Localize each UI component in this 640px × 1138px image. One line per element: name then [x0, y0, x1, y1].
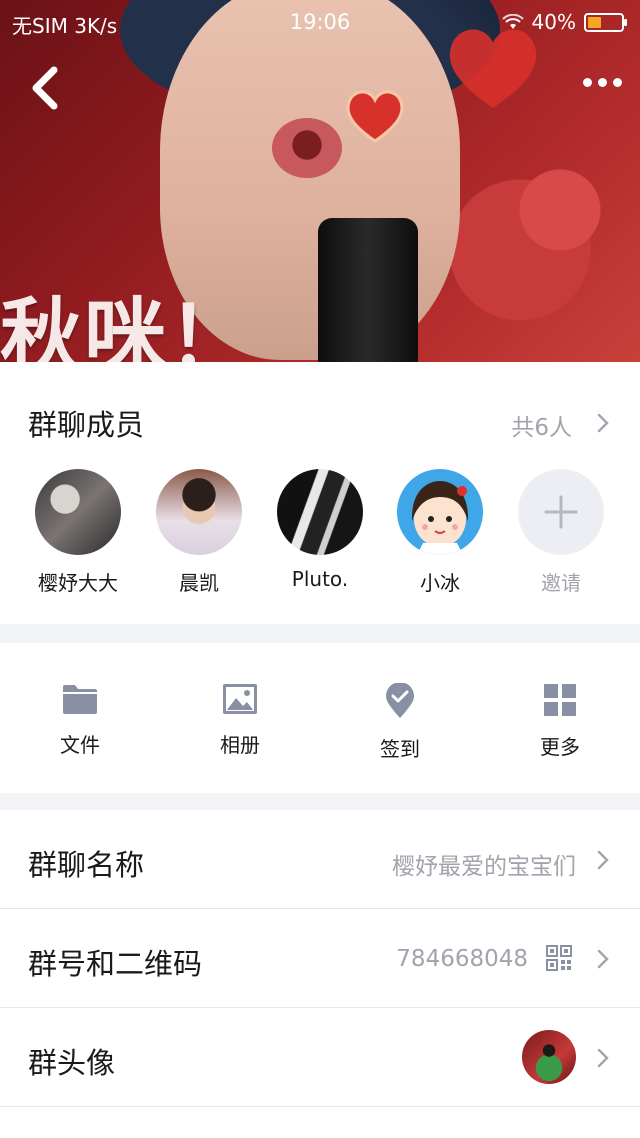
status-right: 40%	[501, 10, 627, 34]
group-tools-section: 文件 相册 签到 更多	[0, 643, 640, 793]
more-dots-icon[interactable]	[583, 78, 622, 87]
invite-label: 邀请	[541, 571, 581, 595]
row-label: 群号和二维码	[28, 947, 203, 981]
tool-checkin[interactable]: 签到	[340, 683, 460, 762]
invite-member-button[interactable]: 邀请	[501, 469, 621, 596]
group-members-section: 群聊成员 共6人 樱妤大大 晨凯 Pluto. 小冰 邀请	[0, 362, 640, 624]
group-avatar-thumbnail	[522, 1030, 576, 1084]
group-cover-image: 秋咪！	[0, 0, 640, 362]
row-label: 群头像	[28, 1046, 116, 1080]
checkin-pin-icon	[386, 683, 414, 718]
tool-label: 文件	[60, 733, 100, 757]
image-icon	[223, 684, 257, 714]
group-name-row[interactable]: 群聊名称 樱妤最爱的宝宝们	[0, 810, 640, 909]
tool-files[interactable]: 文件	[20, 683, 140, 758]
chevron-right-icon[interactable]	[596, 412, 610, 434]
member-name: 小冰	[420, 571, 460, 595]
chevron-right-icon	[597, 949, 609, 969]
status-bar: 无SIM 3K/s 19:06 40%	[0, 0, 640, 44]
dot	[598, 78, 607, 87]
member-item[interactable]: 晨凯	[139, 469, 259, 596]
tool-more[interactable]: 更多	[500, 683, 620, 760]
grid-icon	[544, 684, 576, 716]
qr-code-icon	[546, 945, 572, 971]
avatar	[397, 469, 483, 555]
group-avatar-row[interactable]: 群头像	[0, 1008, 640, 1107]
member-item[interactable]: 樱妤大大	[18, 469, 138, 596]
avatar	[277, 469, 363, 555]
xiaobing-avatar-icon	[411, 481, 469, 555]
tool-label: 更多	[540, 735, 580, 759]
heart-sticker-icon	[346, 90, 404, 143]
row-label: 群聊名称	[28, 848, 145, 882]
tool-album[interactable]: 相册	[180, 683, 300, 758]
dot	[613, 78, 622, 87]
back-chevron-icon[interactable]	[28, 66, 64, 110]
avatar	[35, 469, 121, 555]
chevron-right-icon	[597, 1048, 609, 1068]
cover-lips	[272, 118, 342, 178]
member-avatar-list: 樱妤大大 晨凯 Pluto. 小冰 邀请	[0, 469, 640, 599]
plus-glyph	[544, 495, 578, 529]
tool-label: 相册	[220, 733, 260, 757]
members-title: 群聊成员	[28, 408, 145, 442]
member-name: Pluto.	[291, 567, 349, 591]
avatar	[156, 469, 242, 555]
battery-fill	[588, 16, 601, 28]
folder-icon	[63, 685, 97, 714]
member-name: 晨凯	[179, 571, 219, 595]
group-settings-list: 群聊名称 樱妤最爱的宝宝们 群号和二维码 784668048 群头像	[0, 810, 640, 1138]
chevron-right-icon	[597, 850, 609, 870]
member-name: 樱妤大大	[38, 571, 118, 595]
members-count[interactable]: 共6人	[511, 408, 572, 442]
member-item[interactable]: Pluto.	[260, 469, 380, 591]
plus-icon	[518, 469, 604, 555]
group-number-value: 784668048	[396, 946, 528, 972]
group-number-row[interactable]: 群号和二维码 784668048	[0, 909, 640, 1008]
tool-label: 签到	[380, 737, 420, 761]
dot	[583, 78, 592, 87]
cover-caption: 秋咪！	[0, 290, 253, 362]
battery-icon	[584, 12, 627, 32]
cover-microphone	[318, 218, 418, 362]
battery-percent: 40%	[531, 10, 576, 34]
group-name-value: 樱妤最爱的宝宝们	[392, 854, 576, 880]
wifi-icon	[501, 14, 524, 29]
member-item[interactable]: 小冰	[380, 469, 500, 596]
